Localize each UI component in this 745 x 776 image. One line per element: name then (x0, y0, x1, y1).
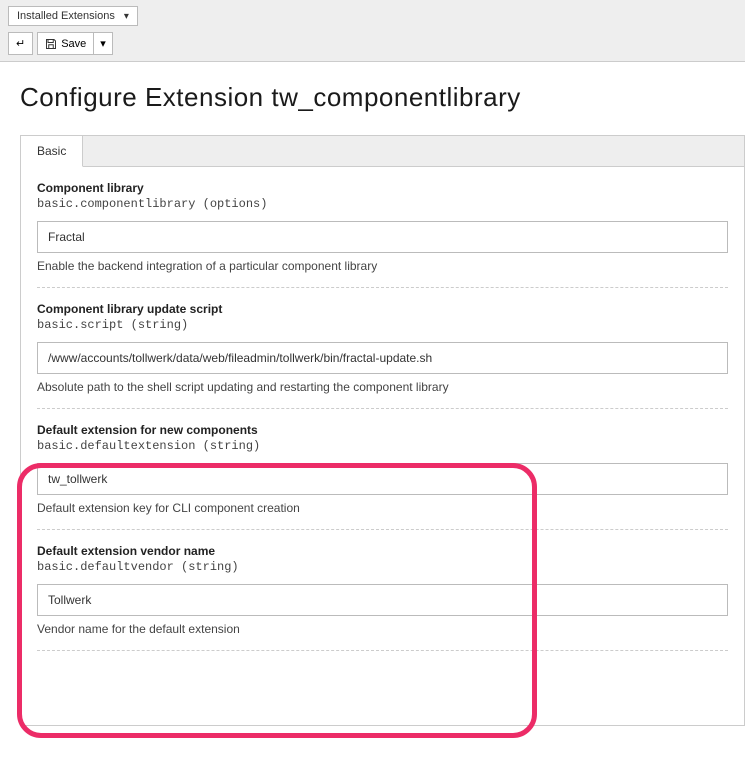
field-update-script: Component library update script basic.sc… (37, 302, 728, 409)
field-key: basic.componentlibrary (options) (37, 197, 728, 211)
field-key: basic.defaultvendor (string) (37, 560, 728, 574)
save-button[interactable]: Save (37, 32, 93, 55)
default-extension-input[interactable] (37, 463, 728, 495)
tab-container: Basic Component library basic.componentl… (20, 135, 745, 726)
field-desc: Enable the backend integration of a part… (37, 259, 728, 273)
field-title: Component library (37, 181, 728, 195)
back-arrow-icon: ↵ (16, 37, 25, 50)
field-desc: Absolute path to the shell script updati… (37, 380, 728, 394)
module-select[interactable]: Installed Extensions ▾ (8, 6, 138, 26)
field-default-vendor: Default extension vendor name basic.defa… (37, 544, 728, 651)
breadcrumb-row: Installed Extensions ▾ (8, 6, 737, 26)
default-vendor-input[interactable] (37, 584, 728, 616)
save-button-label: Save (61, 38, 86, 50)
field-title: Default extension vendor name (37, 544, 728, 558)
field-default-extension: Default extension for new components bas… (37, 423, 728, 530)
content-area: Configure Extension tw_componentlibrary … (0, 62, 745, 726)
save-icon (45, 38, 57, 50)
save-button-group: Save ▾ (37, 32, 113, 55)
topbar: Installed Extensions ▾ ↵ Save ▾ (0, 0, 745, 62)
page-title: Configure Extension tw_componentlibrary (20, 82, 745, 113)
tab-basic[interactable]: Basic (21, 136, 83, 167)
field-title: Default extension for new components (37, 423, 728, 437)
tab-body: Component library basic.componentlibrary… (21, 167, 744, 725)
tab-strip: Basic (21, 135, 744, 167)
chevron-down-icon: ▾ (124, 11, 129, 22)
field-component-library: Component library basic.componentlibrary… (37, 181, 728, 288)
field-title: Component library update script (37, 302, 728, 316)
chevron-down-icon: ▾ (100, 37, 106, 50)
field-desc: Vendor name for the default extension (37, 622, 728, 636)
tab-label: Basic (37, 144, 66, 158)
component-library-select[interactable] (37, 221, 728, 253)
back-button[interactable]: ↵ (8, 32, 33, 55)
field-key: basic.defaultextension (string) (37, 439, 728, 453)
update-script-input[interactable] (37, 342, 728, 374)
field-desc: Default extension key for CLI component … (37, 501, 728, 515)
module-select-label: Installed Extensions (17, 10, 115, 22)
field-key: basic.script (string) (37, 318, 728, 332)
action-row: ↵ Save ▾ (8, 32, 737, 55)
save-dropdown-button[interactable]: ▾ (93, 32, 113, 55)
